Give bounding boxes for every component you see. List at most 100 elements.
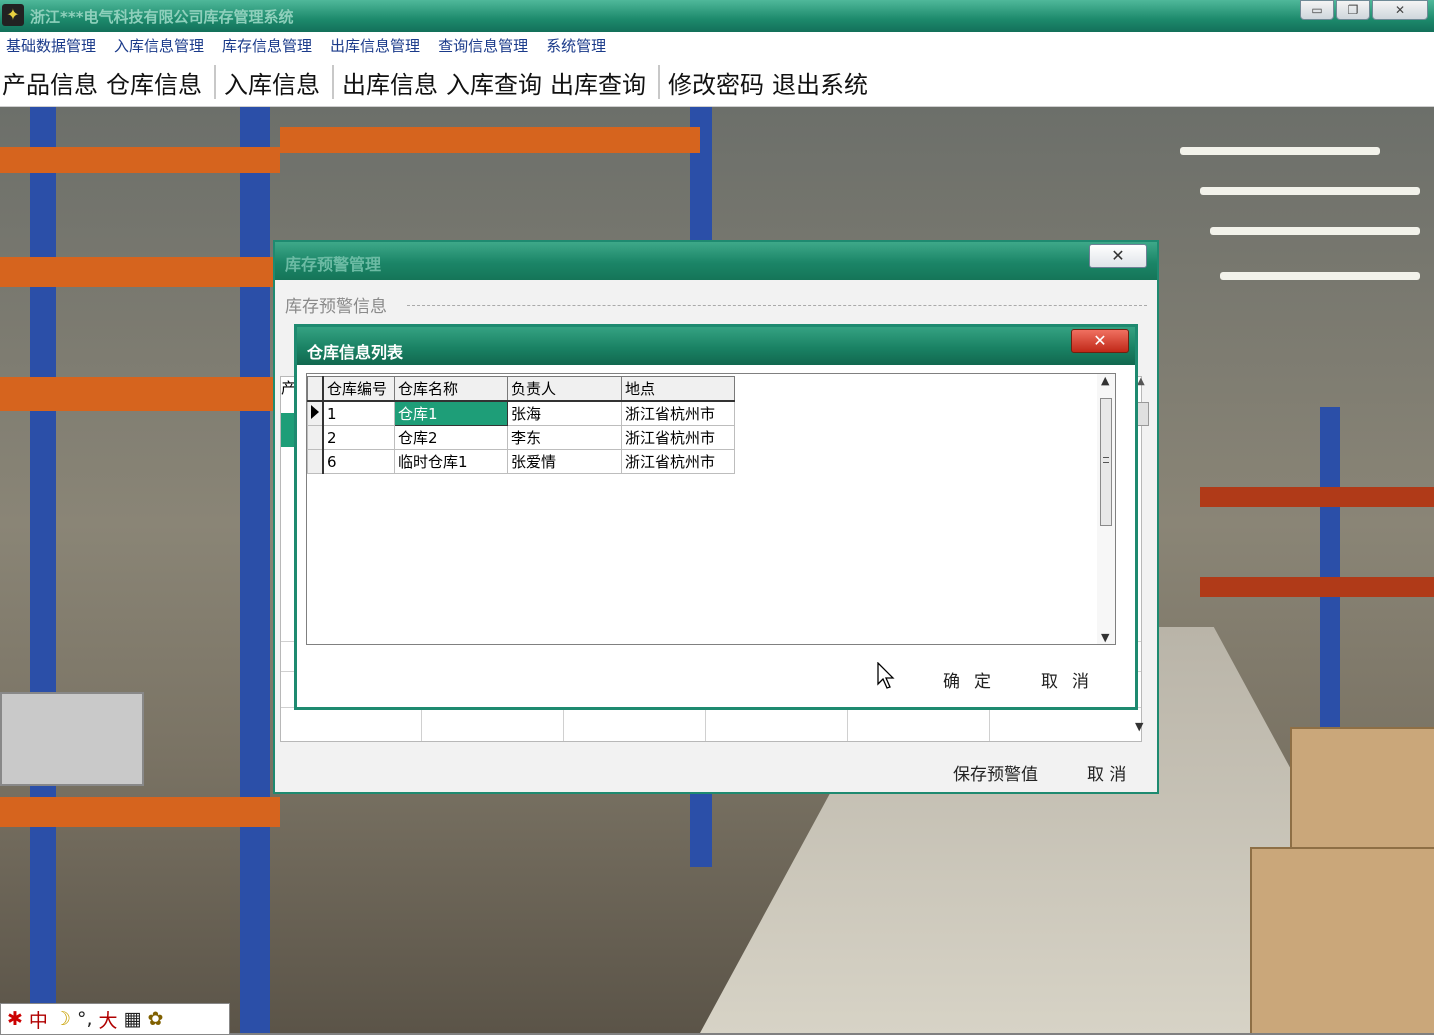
row-indicator (307, 449, 324, 474)
grid-selected-cell (281, 413, 295, 447)
app-logo-icon: ✦ (2, 4, 24, 26)
punctuation-icon[interactable]: °, (77, 1008, 93, 1030)
menu-inbound[interactable]: 入库信息管理 (114, 35, 204, 56)
rack-beam (1200, 487, 1434, 507)
rack-beam (0, 797, 280, 827)
rack-post (30, 107, 56, 1033)
cell-id[interactable]: 6 (322, 449, 395, 474)
ceiling-light (1200, 187, 1420, 195)
tool-warehouse-info[interactable]: 仓库信息 (104, 65, 208, 100)
menu-system[interactable]: 系统管理 (546, 35, 606, 56)
cell-location[interactable]: 浙江省杭州市 (621, 400, 735, 426)
cell-manager[interactable]: 张海 (507, 400, 622, 426)
ime-logo-icon[interactable]: ✱ (7, 1008, 23, 1030)
tool-product-info[interactable]: 产品信息 (0, 65, 104, 100)
cell-manager[interactable]: 李东 (507, 425, 622, 450)
scroll-up-icon[interactable]: ▲ (1101, 374, 1109, 387)
cell-manager[interactable]: 张爱情 (507, 449, 622, 474)
restore-icon[interactable]: ❐ (1336, 0, 1370, 20)
rack-beam (280, 127, 700, 153)
tool-inbound-info[interactable]: 入库信息 (222, 65, 326, 100)
cell-location[interactable]: 浙江省杭州市 (621, 449, 735, 474)
cell-name[interactable]: 临时仓库1 (394, 449, 508, 474)
grid-header-partial: 产 (281, 379, 297, 397)
cancel-button[interactable]: 取消 (1041, 667, 1103, 692)
col-header-name[interactable]: 仓库名称 (394, 376, 508, 402)
ceiling-light (1220, 272, 1420, 280)
tool-exit-system[interactable]: 退出系统 (770, 65, 874, 100)
tools-icon[interactable]: ✿ (148, 1008, 164, 1030)
menu-query[interactable]: 查询信息管理 (438, 35, 528, 56)
stock-warning-title: 库存预警管理 (285, 255, 382, 274)
close-icon[interactable]: ✕ (1089, 244, 1147, 268)
tool-outbound-info[interactable]: 出库信息 (340, 65, 444, 100)
table-row[interactable]: 6 临时仓库1 张爱情 浙江省杭州市 (307, 449, 735, 474)
tool-change-password[interactable]: 修改密码 (666, 65, 770, 100)
rack-beam (0, 147, 280, 173)
rack-beam (0, 377, 280, 411)
cell-name[interactable]: 仓库2 (394, 425, 508, 450)
rack-beam (0, 257, 280, 287)
toolbar-separator (332, 65, 334, 99)
warehouse-grid[interactable]: 仓库编号 仓库名称 负责人 地点 1 仓库1 张海 浙江省杭州市 2 仓库2 李… (306, 373, 1116, 645)
save-warning-button[interactable]: 保存预警值 (953, 760, 1038, 785)
warehouse-table: 仓库编号 仓库名称 负责人 地点 1 仓库1 张海 浙江省杭州市 2 仓库2 李… (307, 376, 735, 474)
confirm-button[interactable]: 确定 (943, 667, 1005, 692)
scrollbar-thumb[interactable] (1137, 402, 1149, 426)
cell-name[interactable]: 仓库1 (394, 400, 508, 426)
scrollbar-thumb[interactable] (1100, 398, 1112, 526)
stock-warning-group-label: 库存预警信息 (285, 297, 387, 317)
ceiling-light (1210, 227, 1420, 235)
menu-outbound[interactable]: 出库信息管理 (330, 35, 420, 56)
row-indicator (307, 425, 324, 450)
vertical-scrollbar[interactable]: ▲ ▼ (1097, 374, 1115, 644)
stock-warning-titlebar: 库存预警管理 ✕ (275, 242, 1157, 280)
scroll-down-icon[interactable]: ▼ (1101, 631, 1109, 644)
menu-inventory[interactable]: 库存信息管理 (222, 35, 312, 56)
menubar: 基础数据管理 入库信息管理 库存信息管理 出库信息管理 查询信息管理 系统管理 (0, 32, 1434, 58)
window-controls: ▭ ❐ ✕ (1300, 0, 1428, 20)
warehouse-list-dialog: 仓库信息列表 ✕ 仓库编号 仓库名称 负责人 地点 1 仓库1 张海 浙江省杭州… (294, 324, 1138, 710)
close-icon[interactable]: ✕ (1372, 0, 1428, 20)
menu-basic-data[interactable]: 基础数据管理 (6, 35, 96, 56)
scroll-up-icon[interactable]: ▲ (1137, 376, 1149, 392)
grip-icon (1103, 457, 1109, 463)
rack-post (240, 107, 270, 1033)
current-row-arrow-icon (311, 404, 319, 419)
keyboard-icon[interactable]: ▦ (124, 1008, 142, 1030)
cell-id[interactable]: 1 (322, 400, 395, 426)
ime-mode[interactable]: 中 (29, 1006, 48, 1033)
group-divider (407, 305, 1147, 306)
table-row[interactable]: 1 仓库1 张海 浙江省杭州市 (307, 400, 735, 426)
rack-beam (1200, 577, 1434, 597)
window-title: 浙江***电气科技有限公司库存管理系统 (30, 8, 294, 26)
col-header-location[interactable]: 地点 (621, 376, 735, 402)
table-header-row: 仓库编号 仓库名称 负责人 地点 (307, 376, 735, 402)
window-titlebar: ✦ 浙江***电气科技有限公司库存管理系统 ▭ ❐ ✕ (0, 0, 1434, 32)
mouse-pointer-icon (877, 662, 895, 689)
cell-id[interactable]: 2 (322, 425, 395, 450)
col-header-id[interactable]: 仓库编号 (322, 376, 395, 402)
close-icon[interactable]: ✕ (1071, 329, 1129, 353)
col-header-manager[interactable]: 负责人 (507, 376, 622, 402)
toolbar-separator (658, 65, 660, 99)
cell-location[interactable]: 浙江省杭州市 (621, 425, 735, 450)
moon-icon[interactable]: ☽ (54, 1008, 71, 1030)
cancel-warning-button[interactable]: 取 消 (1087, 760, 1126, 785)
ime-size[interactable]: 大 (99, 1006, 118, 1033)
table-row[interactable]: 2 仓库2 李东 浙江省杭州市 (307, 425, 735, 450)
ceiling-light (1180, 147, 1380, 155)
tool-outbound-query[interactable]: 出库查询 (548, 65, 652, 100)
toolbar: 产品信息 仓库信息 入库信息 出库信息 入库查询 出库查询 修改密码 退出系统 (0, 58, 1434, 108)
wooden-crate (1250, 847, 1434, 1033)
scroll-down-icon[interactable]: ▼ (1135, 720, 1149, 736)
warehouse-list-title: 仓库信息列表 (307, 343, 404, 362)
metal-box (0, 692, 144, 786)
warehouse-list-titlebar: 仓库信息列表 ✕ (297, 327, 1135, 365)
toolbar-separator (214, 65, 216, 99)
wooden-crate (1290, 727, 1434, 851)
minimize-icon[interactable]: ▭ (1300, 0, 1334, 20)
ime-toolbar: ✱ 中 ☽ °, 大 ▦ ✿ (0, 1003, 230, 1035)
tool-inbound-query[interactable]: 入库查询 (444, 65, 548, 100)
row-indicator (307, 400, 324, 426)
